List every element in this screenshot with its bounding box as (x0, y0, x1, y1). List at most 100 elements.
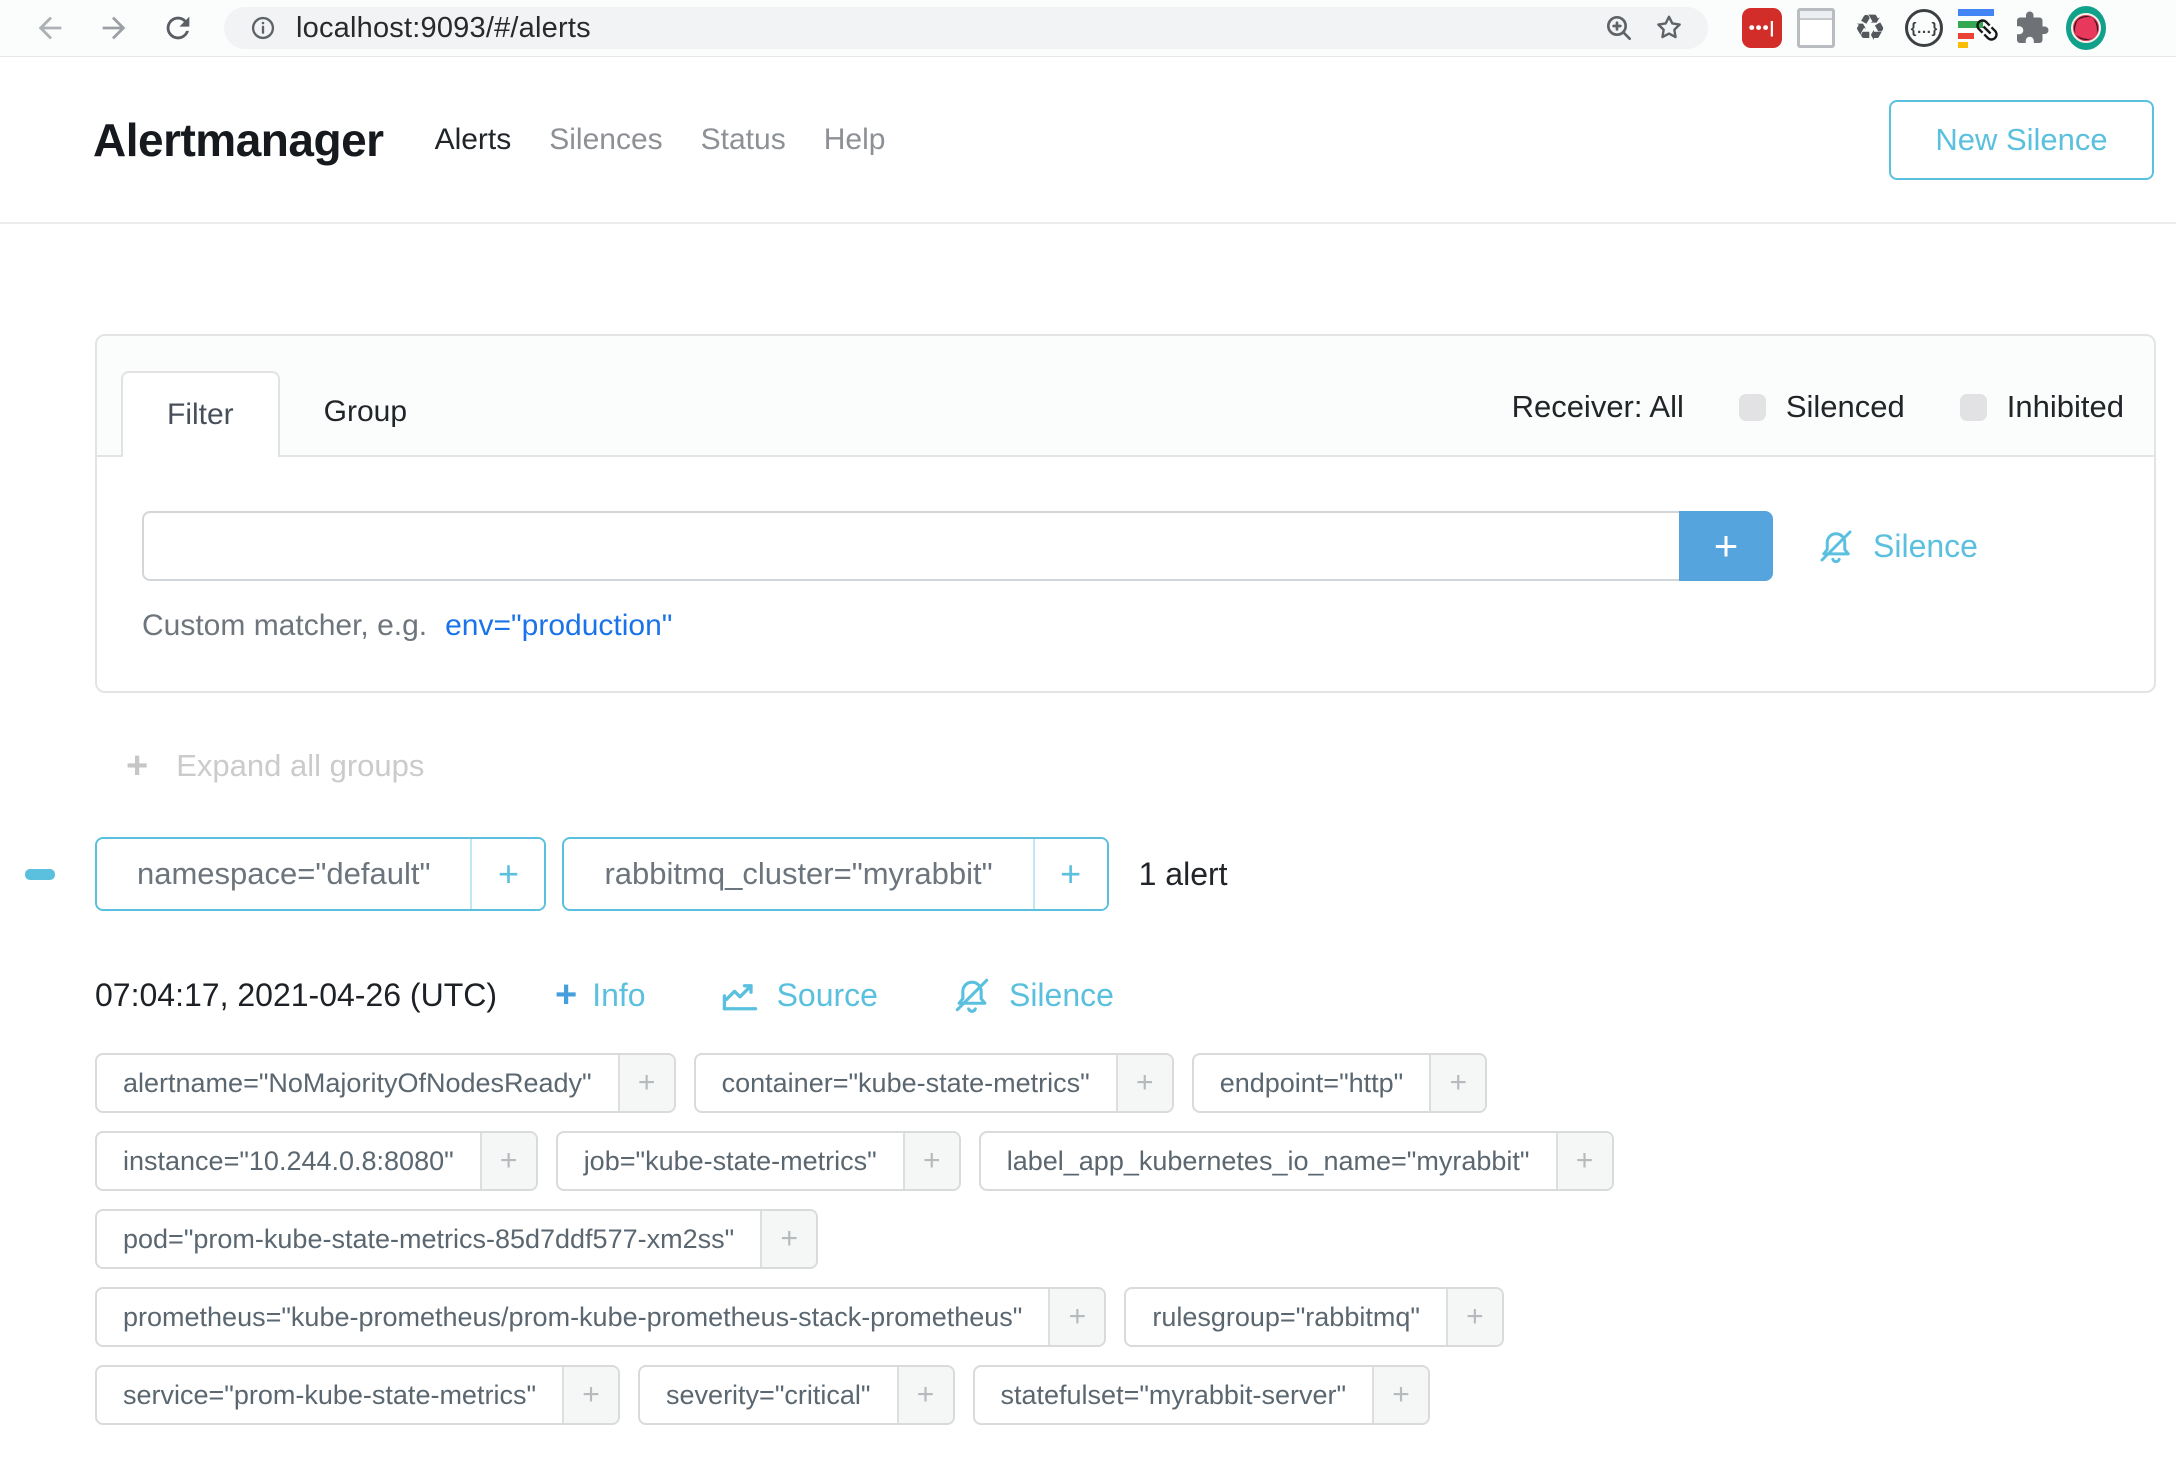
app-header: Alertmanager Alerts Silences Status Help… (0, 57, 2176, 224)
alert-label-text: rulesgroup="rabbitmq" (1126, 1289, 1446, 1345)
alert-label-chip: rulesgroup="rabbitmq" + (1124, 1287, 1504, 1347)
add-label-filter-button[interactable]: + (1556, 1133, 1612, 1189)
nav-silences[interactable]: Silences (549, 123, 662, 157)
window-extension-icon[interactable] (1796, 8, 1836, 48)
browser-reload-button[interactable] (156, 6, 200, 50)
app-brand[interactable]: Alertmanager (93, 113, 384, 167)
matcher-input[interactable] (142, 511, 1679, 581)
alert-silence-button[interactable]: Silence (950, 973, 1114, 1017)
label-row: alertname="NoMajorityOfNodesReady" + con… (95, 1053, 2081, 1113)
matcher-hint: Custom matcher, e.g. env="production" (142, 609, 2109, 643)
address-bar[interactable]: localhost:9093/#/alerts (224, 7, 1708, 49)
reload-icon (161, 11, 195, 45)
silence-filter-label: Silence (1873, 528, 1978, 565)
nav-help[interactable]: Help (824, 123, 886, 157)
alert-label-chip: statefulset="myrabbit-server" + (973, 1365, 1431, 1425)
alert-group-row: namespace="default" + rabbitmq_cluster="… (25, 837, 2176, 911)
lastpass-extension-icon[interactable]: •••| (1742, 8, 1782, 48)
add-label-filter-button[interactable]: + (903, 1133, 959, 1189)
inhibited-toggle: Inhibited (1960, 389, 2124, 425)
alert-label-chip: endpoint="http" + (1192, 1053, 1488, 1113)
group-matcher-chip: rabbitmq_cluster="myrabbit" + (562, 837, 1108, 911)
filter-panel-body: + Silence Custom matcher, e.g. env="prod… (97, 457, 2154, 691)
matcher-hint-example-link[interactable]: env="production" (445, 609, 672, 643)
tab-group[interactable]: Group (280, 369, 451, 455)
alert-timestamp: 07:04:17, 2021-04-26 (UTC) (95, 977, 497, 1014)
add-label-filter-button[interactable]: + (480, 1133, 536, 1189)
chart-line-icon (718, 973, 762, 1017)
add-group-matcher-button[interactable]: + (1033, 839, 1107, 909)
alert-silence-label: Silence (1009, 977, 1114, 1014)
extensions-puzzle-icon[interactable] (2012, 8, 2052, 48)
label-row: pod="prom-kube-state-metrics-85d7ddf577-… (95, 1209, 2081, 1269)
alert-label-text: job="kube-state-metrics" (558, 1133, 903, 1189)
alert-label-chip: pod="prom-kube-state-metrics-85d7ddf577-… (95, 1209, 818, 1269)
alert-source-link[interactable]: Source (718, 973, 878, 1017)
alert-label-text: pod="prom-kube-state-metrics-85d7ddf577-… (97, 1211, 760, 1267)
add-label-filter-button[interactable]: + (562, 1367, 618, 1423)
expand-all-groups-button[interactable]: + Expand all groups (126, 747, 2176, 785)
alert-label-text: endpoint="http" (1194, 1055, 1430, 1111)
browser-back-button[interactable] (28, 6, 72, 50)
recycle-extension-icon[interactable]: ♻ (1850, 8, 1890, 48)
silence-filter-button[interactable]: Silence (1815, 525, 1978, 567)
receiver-label[interactable]: Receiver: All (1512, 389, 1684, 425)
label-row: service="prom-kube-state-metrics" + seve… (95, 1365, 2081, 1425)
silenced-label[interactable]: Silenced (1786, 389, 1905, 425)
tab-filter[interactable]: Filter (121, 371, 280, 457)
group-matcher-text: namespace="default" (97, 839, 470, 909)
alert-header-row: 07:04:17, 2021-04-26 (UTC) + Info Source… (95, 973, 2176, 1017)
alert-info-button[interactable]: + Info (555, 976, 646, 1014)
add-group-matcher-button[interactable]: + (470, 839, 544, 909)
add-matcher-button[interactable]: + (1679, 511, 1773, 581)
nav-alerts[interactable]: Alerts (435, 123, 512, 157)
expand-all-groups-label: Expand all groups (176, 748, 424, 784)
filter-panel: Filter Group Receiver: All Silenced Inhi… (95, 334, 2156, 693)
alert-label-chip: severity="critical" + (638, 1365, 954, 1425)
alert-label-text: statefulset="myrabbit-server" (975, 1367, 1373, 1423)
add-label-filter-button[interactable]: + (1446, 1289, 1502, 1345)
silenced-checkbox[interactable] (1739, 394, 1766, 421)
bookmark-star-icon[interactable] (1652, 11, 1686, 45)
add-label-filter-button[interactable]: + (1116, 1055, 1172, 1111)
bell-slash-icon (1815, 525, 1857, 567)
plus-icon: + (555, 976, 577, 1014)
add-label-filter-button[interactable]: + (1048, 1289, 1104, 1345)
inhibited-label[interactable]: Inhibited (2007, 389, 2124, 425)
add-label-filter-button[interactable]: + (760, 1211, 816, 1267)
alert-label-chip: job="kube-state-metrics" + (556, 1131, 961, 1191)
add-label-filter-button[interactable]: + (1429, 1055, 1485, 1111)
group-alert-count: 1 alert (1139, 856, 1228, 893)
matcher-hint-text: Custom matcher, e.g. (142, 609, 427, 643)
alert-label-chip: instance="10.244.0.8:8080" + (95, 1131, 538, 1191)
matcher-input-row: + Silence (142, 511, 2109, 581)
filter-panel-header: Filter Group Receiver: All Silenced Inhi… (97, 336, 2154, 457)
alert-label-chip: prometheus="kube-prometheus/prom-kube-pr… (95, 1287, 1106, 1347)
nav-status[interactable]: Status (701, 123, 786, 157)
filter-panel-controls: Receiver: All Silenced Inhibited (1512, 389, 2124, 425)
zoom-page-icon[interactable] (1602, 11, 1636, 45)
alert-labels: alertname="NoMajorityOfNodesReady" + con… (95, 1053, 2081, 1425)
add-label-filter-button[interactable]: + (897, 1367, 953, 1423)
alert-label-text: service="prom-kube-state-metrics" (97, 1367, 562, 1423)
profile-avatar[interactable] (2066, 8, 2106, 48)
browser-forward-button[interactable] (92, 6, 136, 50)
alert-label-text: alertname="NoMajorityOfNodesReady" (97, 1055, 618, 1111)
link-shortener-extension-icon[interactable] (1958, 8, 1998, 48)
alerts-page: Filter Group Receiver: All Silenced Inhi… (0, 334, 2176, 1425)
alert-source-label: Source (777, 977, 878, 1014)
collapse-group-button[interactable] (25, 869, 55, 880)
json-viewer-extension-icon[interactable]: {…} (1904, 8, 1944, 48)
group-matcher-text: rabbitmq_cluster="myrabbit" (564, 839, 1032, 909)
new-silence-button[interactable]: New Silence (1889, 100, 2154, 180)
browser-toolbar: localhost:9093/#/alerts •••| ♻ {…} (0, 0, 2176, 57)
alert-label-chip: alertname="NoMajorityOfNodesReady" + (95, 1053, 676, 1113)
site-info-icon[interactable] (246, 11, 280, 45)
main-nav: Alerts Silences Status Help (435, 123, 886, 157)
silenced-toggle: Silenced (1739, 389, 1905, 425)
inhibited-checkbox[interactable] (1960, 394, 1987, 421)
add-label-filter-button[interactable]: + (1372, 1367, 1428, 1423)
add-label-filter-button[interactable]: + (618, 1055, 674, 1111)
alert-label-text: container="kube-state-metrics" (696, 1055, 1116, 1111)
alert-label-text: prometheus="kube-prometheus/prom-kube-pr… (97, 1289, 1048, 1345)
